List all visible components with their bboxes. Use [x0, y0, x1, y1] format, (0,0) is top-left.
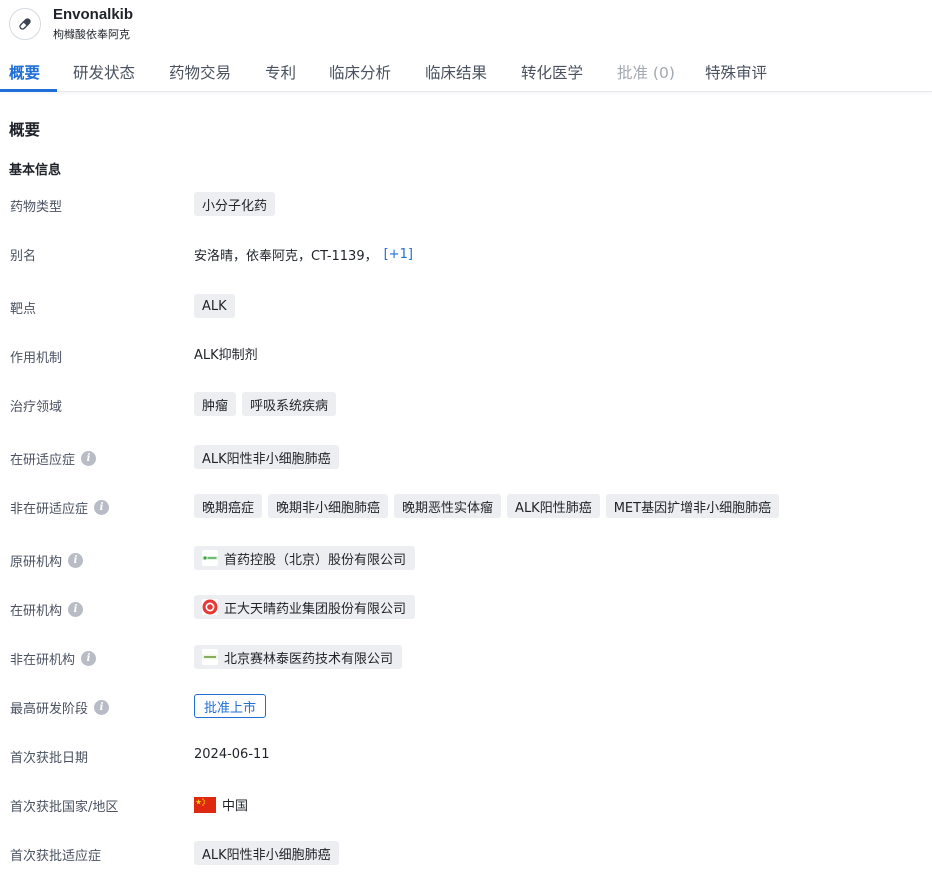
- tab-rd-status[interactable]: 研发状态: [73, 61, 135, 83]
- drug-type-value: 小分子化药: [194, 192, 281, 216]
- drug-subtitle: 枸橼酸依奉阿克: [53, 28, 130, 41]
- info-icon[interactable]: i: [81, 451, 97, 466]
- info-icon[interactable]: i: [94, 700, 110, 715]
- pill-icon: [9, 8, 41, 40]
- tab-clinical-results[interactable]: 临床结果: [425, 61, 487, 83]
- mechanism-text[interactable]: ALK抑制剂: [194, 344, 258, 363]
- drug-title: Envonalkib: [53, 6, 134, 23]
- therapeutic-area-tag[interactable]: 肿瘤: [194, 392, 237, 416]
- active-org-name: 正大天晴药业集团股份有限公司: [224, 601, 407, 617]
- inactive-indication-tag[interactable]: ALK阳性肺癌: [507, 494, 600, 518]
- sailintai-logo-icon: [202, 649, 218, 665]
- mechanism-label: 作用机制: [10, 351, 63, 366]
- inactive-org-value: 北京赛林泰医药技术有限公司: [194, 645, 408, 669]
- highest-phase-label: 最高研发阶段 i: [10, 698, 110, 717]
- info-icon[interactable]: i: [81, 651, 97, 666]
- active-indication-label: 在研适应症 i: [10, 449, 97, 468]
- inactive-indication-value: 晚期癌症 晚期非小细胞肺癌 晚期恶性实体瘤 ALK阳性肺癌 MET基因扩增非小细…: [194, 494, 785, 518]
- first-approval-date-label: 首次获批日期: [10, 751, 89, 766]
- first-approval-date-value: 2024-06-11: [194, 747, 270, 762]
- inactive-org-name: 北京赛林泰医药技术有限公司: [224, 651, 394, 667]
- drug-type-label: 药物类型: [10, 200, 63, 215]
- tab-translational-medicine[interactable]: 转化医学: [521, 61, 583, 83]
- info-icon[interactable]: i: [68, 553, 84, 568]
- active-org-tag[interactable]: 正大天晴药业集团股份有限公司: [194, 595, 416, 619]
- shouyao-logo-icon: [202, 550, 218, 566]
- info-icon[interactable]: i: [68, 602, 84, 617]
- therapeutic-area-label: 治疗领域: [10, 400, 63, 415]
- originator-value: 首药控股（北京）股份有限公司: [194, 546, 421, 570]
- alias-more-link[interactable]: [+1]: [384, 247, 413, 262]
- active-org-label: 在研机构 i: [10, 600, 84, 619]
- first-approval-indication-value: ALK阳性非小细胞肺癌: [194, 841, 345, 865]
- first-approval-indication-tag[interactable]: ALK阳性非小细胞肺癌: [194, 841, 339, 865]
- first-approval-indication-label: 首次获批适应症: [10, 849, 102, 864]
- inactive-org-tag[interactable]: 北京赛林泰医药技术有限公司: [194, 645, 403, 669]
- tab-clinical-analysis[interactable]: 临床分析: [329, 61, 391, 83]
- drug-type-tag[interactable]: 小分子化药: [194, 192, 276, 216]
- tab-approvals: 批准 (0): [617, 64, 675, 82]
- first-approval-region-text: 中国: [222, 799, 249, 814]
- target-value: ALK: [194, 294, 241, 318]
- first-approval-region-label: 首次获批国家/地区: [10, 800, 119, 815]
- tab-drug-deals[interactable]: 药物交易: [169, 61, 231, 83]
- target-label: 靶点: [10, 302, 37, 317]
- inactive-indication-tag[interactable]: 晚期恶性实体瘤: [394, 494, 502, 518]
- inactive-indication-tag[interactable]: MET基因扩增非小细胞肺癌: [605, 494, 780, 518]
- inactive-indication-tag[interactable]: 晚期非小细胞肺癌: [268, 494, 389, 518]
- originator-label: 原研机构 i: [10, 551, 84, 570]
- section-title: 概要: [9, 121, 41, 139]
- alias-value: 安洛晴，依奉阿克，CT-1139， [+1]: [194, 245, 413, 264]
- originator-org-name: 首药控股（北京）股份有限公司: [224, 552, 407, 568]
- china-flag-icon: [194, 796, 216, 813]
- tab-overview[interactable]: 概要: [9, 61, 40, 83]
- tab-bar: 概要 研发状态 药物交易 专利 临床分析 临床结果 转化医学 批准 (0) 特殊…: [0, 52, 932, 92]
- first-approval-region-value: 中国: [194, 795, 248, 814]
- therapeutic-area-value: 肿瘤 呼吸系统疾病: [194, 392, 342, 416]
- inactive-org-label: 非在研机构 i: [10, 649, 97, 668]
- subsection-title: 基本信息: [9, 163, 62, 178]
- drug-header: Envonalkib 枸橼酸依奉阿克: [0, 0, 932, 52]
- therapeutic-area-tag[interactable]: 呼吸系统疾病: [242, 392, 337, 416]
- target-tag[interactable]: ALK: [194, 294, 235, 318]
- active-tab-indicator: [0, 89, 57, 92]
- chiatai-tianqing-logo-icon: [202, 599, 218, 615]
- tab-patents[interactable]: 专利: [265, 61, 296, 83]
- inactive-indication-tag[interactable]: 晚期癌症: [194, 494, 263, 518]
- highest-phase-value: 批准上市: [194, 694, 267, 718]
- inactive-indication-label: 非在研适应症 i: [10, 498, 110, 517]
- first-approval-date-text: 2024-06-11: [194, 747, 270, 762]
- alias-text: 安洛晴，依奉阿克，CT-1139，: [194, 249, 378, 264]
- active-org-value: 正大天晴药业集团股份有限公司: [194, 595, 421, 619]
- active-indication-tag[interactable]: ALK阳性非小细胞肺癌: [194, 445, 339, 469]
- alias-label: 别名: [10, 249, 37, 264]
- active-indication-value: ALK阳性非小细胞肺癌: [194, 445, 345, 469]
- info-icon[interactable]: i: [94, 500, 110, 515]
- tab-special-review[interactable]: 特殊审评: [705, 61, 767, 83]
- mechanism-value: ALK抑制剂: [194, 344, 258, 363]
- status-badge[interactable]: 批准上市: [194, 694, 267, 718]
- originator-org-tag[interactable]: 首药控股（北京）股份有限公司: [194, 546, 416, 570]
